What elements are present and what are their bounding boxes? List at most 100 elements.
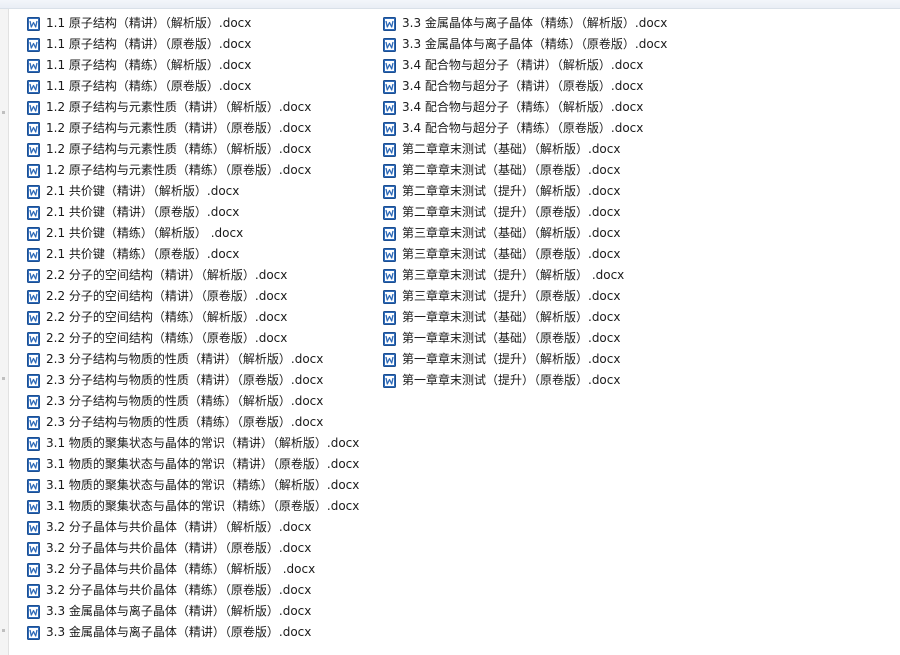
file-name: 1.1 原子结构（精练）（解析版）.docx [46, 58, 252, 72]
file-item[interactable]: 第二章章末测试（基础）（解析版）.docx [383, 139, 667, 160]
file-item[interactable]: 第二章章末测试（提升）（原卷版）.docx [383, 202, 667, 223]
word-document-icon [27, 310, 40, 325]
file-name: 3.2 分子晶体与共价晶体（精练）（原卷版）.docx [46, 583, 312, 597]
file-item[interactable]: 3.1 物质的聚集状态与晶体的常识（精讲）（解析版）.docx [27, 433, 359, 454]
word-document-icon [27, 583, 40, 598]
file-name: 2.3 分子结构与物质的性质（精讲）（原卷版）.docx [46, 373, 324, 387]
word-document-icon [27, 58, 40, 73]
file-item[interactable]: 1.1 原子结构（精讲）（原卷版）.docx [27, 34, 359, 55]
file-item[interactable]: 1.2 原子结构与元素性质（精讲）（解析版）.docx [27, 97, 359, 118]
file-item[interactable]: 第三章章末测试（基础）（解析版）.docx [383, 223, 667, 244]
file-name: 2.2 分子的空间结构（精讲）（原卷版）.docx [46, 289, 288, 303]
file-item[interactable]: 1.2 原子结构与元素性质（精讲）（原卷版）.docx [27, 118, 359, 139]
file-name: 3.2 分子晶体与共价晶体（精练）（解析版） .docx [46, 562, 316, 576]
word-document-icon [383, 58, 396, 73]
file-item[interactable]: 3.2 分子晶体与共价晶体（精练）（原卷版）.docx [27, 580, 359, 601]
file-name: 第一章章末测试（基础）（原卷版）.docx [402, 331, 621, 345]
file-name: 2.3 分子结构与物质的性质（精讲）（解析版）.docx [46, 352, 324, 366]
file-name: 2.3 分子结构与物质的性质（精练）（解析版）.docx [46, 394, 324, 408]
file-item[interactable]: 3.4 配合物与超分子（精讲）（原卷版）.docx [383, 76, 667, 97]
word-document-icon [27, 394, 40, 409]
file-list-column: 3.3 金属晶体与离子晶体（精练）（解析版）.docx 3.3 金属晶体与离子晶体… [383, 13, 667, 391]
word-document-icon [383, 289, 396, 304]
file-name: 1.2 原子结构与元素性质（精练）（解析版）.docx [46, 142, 312, 156]
file-item[interactable]: 3.3 金属晶体与离子晶体（精讲）（解析版）.docx [27, 601, 359, 622]
file-item[interactable]: 2.2 分子的空间结构（精练）（解析版）.docx [27, 307, 359, 328]
file-name: 3.1 物质的聚集状态与晶体的常识（精讲）（解析版）.docx [46, 436, 360, 450]
word-document-icon [27, 184, 40, 199]
file-item[interactable]: 第二章章末测试（提升）（解析版）.docx [383, 181, 667, 202]
file-name: 3.3 金属晶体与离子晶体（精讲）（原卷版）.docx [46, 625, 312, 639]
file-name: 3.4 配合物与超分子（精练）（原卷版）.docx [402, 121, 644, 135]
file-item[interactable]: 第三章章末测试（提升）（原卷版）.docx [383, 286, 667, 307]
file-item[interactable]: 3.4 配合物与超分子（精练）（原卷版）.docx [383, 118, 667, 139]
file-item[interactable]: 1.2 原子结构与元素性质（精练）（解析版）.docx [27, 139, 359, 160]
file-item[interactable]: 3.4 配合物与超分子（精练）（解析版）.docx [383, 97, 667, 118]
file-name: 第一章章末测试（基础）（解析版）.docx [402, 310, 621, 324]
file-item[interactable]: 3.2 分子晶体与共价晶体（精练）（解析版） .docx [27, 559, 359, 580]
file-name: 第三章章末测试（基础）（原卷版）.docx [402, 247, 621, 261]
file-item[interactable]: 第二章章末测试（基础）（原卷版）.docx [383, 160, 667, 181]
file-item[interactable]: 1.2 原子结构与元素性质（精练）（原卷版）.docx [27, 160, 359, 181]
word-document-icon [27, 436, 40, 451]
file-item[interactable]: 3.4 配合物与超分子（精讲）（解析版）.docx [383, 55, 667, 76]
word-document-icon [383, 121, 396, 136]
file-item[interactable]: 2.3 分子结构与物质的性质（精练）（原卷版）.docx [27, 412, 359, 433]
file-item[interactable]: 2.2 分子的空间结构（精讲）（解析版）.docx [27, 265, 359, 286]
file-item[interactable]: 第三章章末测试（基础）（原卷版）.docx [383, 244, 667, 265]
word-document-icon [383, 37, 396, 52]
word-document-icon [383, 310, 396, 325]
word-document-icon [27, 331, 40, 346]
word-document-icon [27, 520, 40, 535]
file-name: 第三章章末测试（提升）（解析版） .docx [402, 268, 625, 282]
word-document-icon [27, 457, 40, 472]
file-item[interactable]: 2.1 共价键（精练）（解析版） .docx [27, 223, 359, 244]
file-item[interactable]: 2.3 分子结构与物质的性质（精讲）（原卷版）.docx [27, 370, 359, 391]
file-name: 第二章章末测试（基础）（解析版）.docx [402, 142, 621, 156]
file-item[interactable]: 3.2 分子晶体与共价晶体（精讲）（原卷版）.docx [27, 538, 359, 559]
word-document-icon [27, 562, 40, 577]
word-document-icon [27, 37, 40, 52]
file-item[interactable]: 3.1 物质的聚集状态与晶体的常识（精练）（解析版）.docx [27, 475, 359, 496]
file-item[interactable]: 3.2 分子晶体与共价晶体（精讲）（解析版）.docx [27, 517, 359, 538]
file-name: 2.1 共价键（精讲）（解析版）.docx [46, 184, 240, 198]
word-document-icon [27, 373, 40, 388]
file-item[interactable]: 第三章章末测试（提升）（解析版） .docx [383, 265, 667, 286]
word-document-icon [383, 100, 396, 115]
file-name: 第三章章末测试（提升）（原卷版）.docx [402, 289, 621, 303]
word-document-icon [27, 541, 40, 556]
file-item[interactable]: 第一章章末测试（基础）（原卷版）.docx [383, 328, 667, 349]
word-document-icon [27, 499, 40, 514]
file-item[interactable]: 2.1 共价键（精练）（原卷版）.docx [27, 244, 359, 265]
file-item[interactable]: 2.2 分子的空间结构（精讲）（原卷版）.docx [27, 286, 359, 307]
file-name: 第二章章末测试（提升）（解析版）.docx [402, 184, 621, 198]
file-item[interactable]: 3.3 金属晶体与离子晶体（精练）（原卷版）.docx [383, 34, 667, 55]
file-name: 第二章章末测试（提升）（原卷版）.docx [402, 205, 621, 219]
file-item[interactable]: 3.1 物质的聚集状态与晶体的常识（精讲）（原卷版）.docx [27, 454, 359, 475]
word-document-icon [383, 247, 396, 262]
word-document-icon [27, 121, 40, 136]
file-item[interactable]: 2.1 共价键（精讲）（解析版）.docx [27, 181, 359, 202]
word-document-icon [383, 163, 396, 178]
file-name: 3.3 金属晶体与离子晶体（精练）（解析版）.docx [402, 16, 668, 30]
file-item[interactable]: 第一章章末测试（提升）（解析版）.docx [383, 349, 667, 370]
word-document-icon [383, 352, 396, 367]
file-item[interactable]: 2.1 共价键（精讲）（原卷版）.docx [27, 202, 359, 223]
file-item[interactable]: 第一章章末测试（基础）（解析版）.docx [383, 307, 667, 328]
word-document-icon [383, 331, 396, 346]
file-item[interactable]: 3.3 金属晶体与离子晶体（精练）（解析版）.docx [383, 13, 667, 34]
file-item[interactable]: 2.2 分子的空间结构（精练）（原卷版）.docx [27, 328, 359, 349]
file-item[interactable]: 3.1 物质的聚集状态与晶体的常识（精练）（原卷版）.docx [27, 496, 359, 517]
file-item[interactable]: 第一章章末测试（提升）（原卷版）.docx [383, 370, 667, 391]
file-item[interactable]: 3.3 金属晶体与离子晶体（精讲）（原卷版）.docx [27, 622, 359, 643]
word-document-icon [27, 352, 40, 367]
file-list-column: 1.1 原子结构（精讲）（解析版）.docx 1.1 原子结构（精讲）（原卷版）.… [27, 13, 359, 643]
file-item[interactable]: 2.3 分子结构与物质的性质（精练）（解析版）.docx [27, 391, 359, 412]
word-document-icon [27, 478, 40, 493]
word-document-icon [27, 142, 40, 157]
file-item[interactable]: 1.1 原子结构（精练）（原卷版）.docx [27, 76, 359, 97]
file-name: 2.2 分子的空间结构（精练）（原卷版）.docx [46, 331, 288, 345]
file-item[interactable]: 2.3 分子结构与物质的性质（精讲）（解析版）.docx [27, 349, 359, 370]
file-item[interactable]: 1.1 原子结构（精练）（解析版）.docx [27, 55, 359, 76]
file-item[interactable]: 1.1 原子结构（精讲）（解析版）.docx [27, 13, 359, 34]
